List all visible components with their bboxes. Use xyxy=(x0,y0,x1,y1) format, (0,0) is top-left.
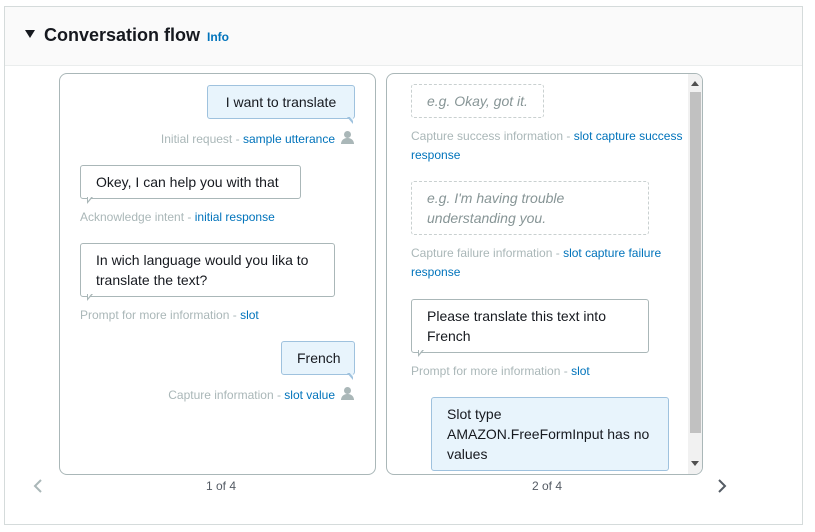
caption-text: Acknowledge intent - xyxy=(80,210,195,224)
prompt-text: In wich language would you lika to trans… xyxy=(96,252,309,288)
scroll-up-arrow-icon[interactable] xyxy=(691,81,699,86)
caption-text: Prompt for more information - xyxy=(411,364,572,378)
card-scrollbar[interactable] xyxy=(688,74,702,474)
initial-request-caption: Initial request - sample utterance xyxy=(80,130,335,149)
failure-caption: Capture failure information - slot captu… xyxy=(411,244,688,282)
section-title: Conversation flow xyxy=(44,25,201,45)
answer-text: French xyxy=(297,350,341,366)
slot-value-link[interactable]: slot value xyxy=(284,388,335,402)
bubble-tail xyxy=(347,116,353,124)
user-utterance-text: I want to translate xyxy=(225,94,337,110)
section-header[interactable]: Conversation flow Info xyxy=(5,7,802,66)
caption-text: Initial request - xyxy=(160,132,243,146)
user-utterance-bubble: I want to translate xyxy=(207,85,355,119)
card-1-page-label: 1 of 4 xyxy=(206,479,237,493)
slot-link[interactable]: slot xyxy=(240,308,259,322)
card-2-page-label: 2 of 4 xyxy=(532,479,563,493)
caption-text: Capture success information - xyxy=(411,129,574,143)
answer-bubble: French xyxy=(281,341,355,375)
slot-link[interactable]: slot xyxy=(571,364,590,378)
caption-text: Capture information - xyxy=(168,388,285,402)
initial-response-link[interactable]: initial response xyxy=(195,210,275,224)
bubble-tail xyxy=(418,349,424,357)
prompt-caption: Prompt for more information - slot xyxy=(80,306,370,325)
acknowledge-text: Okey, I can help you with that xyxy=(96,174,279,190)
next-chevron-icon[interactable] xyxy=(717,478,727,494)
slot-type-text: Slot type AMAZON.FreeFormInput has no va… xyxy=(447,406,650,462)
prompt-caption: Prompt for more information - slot xyxy=(411,362,688,381)
success-placeholder-bubble[interactable]: e.g. Okay, got it. xyxy=(411,84,544,118)
conversation-card-2: e.g. Okay, got it. Capture success infor… xyxy=(386,73,703,475)
user-icon xyxy=(341,387,354,400)
slot-type-bubble: Slot type AMAZON.FreeFormInput has no va… xyxy=(431,397,669,471)
caret-down-icon[interactable] xyxy=(25,30,35,38)
user-icon xyxy=(341,131,354,144)
prompt-text: Please translate this text into French xyxy=(427,308,606,344)
failure-placeholder-text: e.g. I'm having trouble understanding yo… xyxy=(427,190,565,226)
info-link[interactable]: Info xyxy=(207,30,229,44)
previous-chevron-icon[interactable] xyxy=(33,478,43,494)
prompt-bubble: In wich language would you lika to trans… xyxy=(80,243,335,297)
sample-utterance-link[interactable]: sample utterance xyxy=(243,132,335,146)
bubble-tail xyxy=(87,196,93,204)
answer-caption: Capture information - slot value xyxy=(80,386,335,405)
prompt-bubble: Please translate this text into French xyxy=(411,299,649,353)
conversation-card-1: I want to translate Initial request - sa… xyxy=(59,73,376,475)
caption-text: Capture failure information - xyxy=(411,246,564,260)
bubble-tail xyxy=(347,372,353,380)
scrollbar-thumb[interactable] xyxy=(690,92,701,433)
caption-text: Prompt for more information - xyxy=(80,308,241,322)
acknowledge-caption: Acknowledge intent - initial response xyxy=(80,208,370,227)
failure-placeholder-bubble[interactable]: e.g. I'm having trouble understanding yo… xyxy=(411,181,649,235)
acknowledge-bubble: Okey, I can help you with that xyxy=(80,165,301,199)
success-placeholder-text: e.g. Okay, got it. xyxy=(427,93,528,109)
bubble-tail xyxy=(87,293,93,301)
scroll-down-arrow-icon[interactable] xyxy=(691,461,699,466)
success-caption: Capture success information - slot captu… xyxy=(411,127,688,165)
